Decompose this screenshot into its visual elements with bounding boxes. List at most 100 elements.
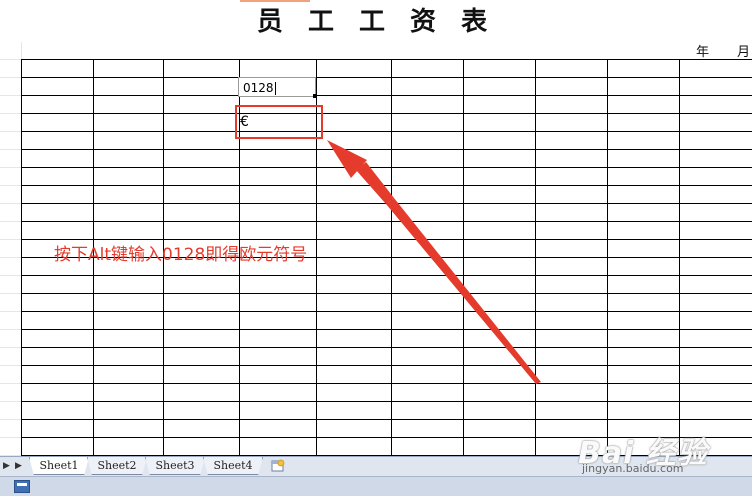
table-cell[interactable] [94,150,164,168]
table-cell[interactable] [464,384,536,402]
table-cell[interactable] [240,168,317,186]
table-cell[interactable] [680,240,752,258]
table-cell[interactable] [464,150,536,168]
table-cell[interactable] [536,150,608,168]
table-cell[interactable] [392,420,464,438]
table-cell[interactable] [464,276,536,294]
tab-sheet4[interactable]: Sheet4 [203,457,263,475]
table-cell[interactable] [392,114,464,132]
table-cell[interactable] [164,384,240,402]
table-cell[interactable] [22,114,94,132]
table-cell[interactable] [240,348,317,366]
table-cell[interactable] [22,60,94,78]
table-cell[interactable] [392,312,464,330]
table-cell[interactable] [164,222,240,240]
table-cell[interactable] [392,366,464,384]
table-cell[interactable] [164,132,240,150]
table-cell[interactable] [94,204,164,222]
table-cell[interactable] [464,402,536,420]
table-cell[interactable] [608,384,680,402]
table-cell[interactable] [22,132,94,150]
table-cell[interactable] [608,222,680,240]
table-cell[interactable] [164,348,240,366]
table-cell[interactable] [536,348,608,366]
table-cell[interactable] [240,420,317,438]
table-cell[interactable] [464,60,536,78]
table-cell[interactable] [536,132,608,150]
table-cell[interactable] [22,168,94,186]
table-cell[interactable] [392,78,464,96]
table-cell[interactable] [680,168,752,186]
table-cell[interactable] [680,96,752,114]
tab-sheet2[interactable]: Sheet2 [87,457,147,475]
table-cell[interactable] [164,96,240,114]
table-cell[interactable] [608,186,680,204]
table-cell[interactable] [164,78,240,96]
table-cell[interactable] [22,348,94,366]
table-cell[interactable] [392,222,464,240]
table-cell[interactable] [464,78,536,96]
table-cell[interactable] [22,402,94,420]
table-cell[interactable] [392,204,464,222]
new-sheet-icon[interactable] [268,459,288,473]
table-cell[interactable] [392,348,464,366]
table-cell[interactable] [317,420,392,438]
table-cell[interactable] [536,240,608,258]
table-cell[interactable] [536,222,608,240]
table-cell[interactable] [240,402,317,420]
table-cell[interactable] [22,294,94,312]
table-cell[interactable] [317,240,392,258]
table-cell[interactable] [464,132,536,150]
table-cell[interactable] [22,312,94,330]
table-cell[interactable] [536,312,608,330]
table-cell[interactable] [536,204,608,222]
table-cell[interactable] [464,240,536,258]
table-cell[interactable] [22,438,94,456]
table-cell[interactable] [680,186,752,204]
table-cell[interactable] [608,348,680,366]
table-cell[interactable] [240,60,317,78]
table-cell[interactable] [164,204,240,222]
table-cell[interactable] [94,312,164,330]
table-cell[interactable] [94,78,164,96]
table-cell[interactable] [608,312,680,330]
table-cell[interactable] [536,384,608,402]
table-cell[interactable] [392,60,464,78]
table-cell[interactable] [608,258,680,276]
table-cell[interactable] [608,60,680,78]
table-cell[interactable] [317,276,392,294]
table-cell[interactable] [317,366,392,384]
table-cell[interactable] [240,204,317,222]
table-cell[interactable] [536,294,608,312]
table-cell[interactable] [240,276,317,294]
table-cell[interactable] [464,204,536,222]
table-cell[interactable] [608,240,680,258]
table-cell[interactable] [536,60,608,78]
table-cell[interactable] [22,384,94,402]
table-cell[interactable] [464,366,536,384]
table-cell[interactable] [317,168,392,186]
table-cell[interactable] [680,312,752,330]
table-cell[interactable] [317,132,392,150]
table-cell[interactable] [608,276,680,294]
table-cell[interactable] [464,222,536,240]
fill-handle[interactable] [313,94,317,98]
table-cell[interactable] [164,330,240,348]
table-cell[interactable] [680,222,752,240]
table-cell[interactable] [536,276,608,294]
table-cell[interactable] [464,114,536,132]
table-cell[interactable] [22,222,94,240]
table-cell[interactable] [608,330,680,348]
table-cell[interactable] [164,402,240,420]
table-cell[interactable] [22,420,94,438]
table-cell[interactable] [22,204,94,222]
table-cell[interactable] [464,96,536,114]
table-cell[interactable] [240,366,317,384]
table-cell[interactable] [94,114,164,132]
table-cell[interactable] [94,330,164,348]
table-cell[interactable] [392,258,464,276]
table-cell[interactable] [680,114,752,132]
table-cell[interactable] [680,402,752,420]
table-cell[interactable] [22,96,94,114]
table-cell[interactable] [392,168,464,186]
